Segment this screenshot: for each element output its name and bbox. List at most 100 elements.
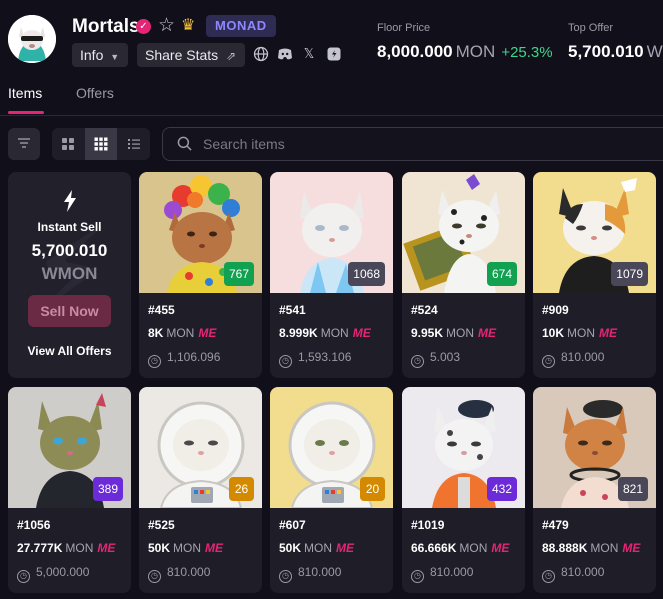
nft-card[interactable]: 674 #524 9.95K MON ME ◷ 5.003 [402, 172, 525, 378]
list-view-button[interactable] [118, 128, 150, 160]
offer-icon: ◷ [542, 355, 555, 368]
nft-name: #524 [411, 303, 438, 317]
offer-amount: 810.000 [167, 565, 211, 579]
nft-card[interactable]: 767 #455 8K MON ME ◷ 1,106.096 [139, 172, 262, 378]
offer-icon: ◷ [279, 355, 292, 368]
nft-price: 9.95K MON ME [411, 326, 496, 340]
magic-eden-icon: ME [97, 541, 116, 555]
discord-icon[interactable] [277, 46, 293, 62]
rarity-rank-badge: 1068 [348, 262, 385, 286]
price-amount: 27.777K [17, 541, 63, 555]
nft-name: #607 [279, 518, 306, 532]
collection-header: Mortals ✓ ☆ ♛ MONAD Info ▼ Share Stats ⇗… [0, 0, 663, 80]
top-offer-unit: W [646, 42, 663, 61]
price-unit: MON [590, 541, 619, 555]
nft-top-offer: ◷ 810.000 [279, 565, 341, 583]
instant-sell-card: ⚡ Instant Sell 5,700.010 WMON Sell Now V… [8, 172, 131, 378]
offer-amount: 5,000.000 [36, 565, 90, 579]
rarity-rank-badge: 26 [229, 477, 254, 501]
info-button-label: Info [80, 47, 104, 63]
price-amount: 8K [148, 326, 164, 340]
search-input[interactable] [203, 128, 663, 160]
search-bar [162, 127, 663, 161]
favorite-star-icon[interactable]: ☆ [158, 16, 175, 36]
compact-grid-icon [94, 137, 108, 151]
view-all-offers-link[interactable]: View All Offers [8, 344, 131, 358]
nft-name: #1019 [411, 518, 445, 532]
nft-card[interactable]: 432 #1019 66.666K MON ME ◷ 810.000 [402, 387, 525, 593]
collection-tabs: Items Offers [0, 80, 663, 116]
filter-icon [18, 138, 30, 148]
nft-name: #455 [148, 303, 175, 317]
offer-icon: ◷ [411, 570, 424, 583]
nft-name: #909 [542, 303, 569, 317]
nft-top-offer: ◷ 1,106.096 [148, 350, 220, 368]
nft-card[interactable]: 389 #1056 27.777K MON ME ◷ 5,000.000 [8, 387, 131, 593]
nft-card[interactable]: 20 #607 50K MON ME ◷ 810.000 [270, 387, 393, 593]
tab-offers[interactable]: Offers [76, 85, 114, 101]
filter-toggle-button[interactable] [8, 128, 40, 160]
price-amount: 88.888K [542, 541, 588, 555]
nft-price: 88.888K MON ME [542, 541, 640, 555]
magic-eden-icon: ME [336, 541, 355, 555]
offer-amount: 1,593.106 [298, 350, 352, 364]
offer-icon: ◷ [279, 570, 292, 583]
large-grid-view-button[interactable] [52, 128, 84, 160]
rarity-rank-badge: 432 [486, 477, 517, 501]
offer-amount: 810.000 [298, 565, 342, 579]
nft-card[interactable]: 821 #479 88.888K MON ME ◷ 810.000 [533, 387, 656, 593]
instant-sell-currency: WMON [41, 264, 98, 283]
nft-card[interactable]: 1068 #541 8.999K MON ME ◷ 1,593.106 [270, 172, 393, 378]
nft-price: 50K MON ME [148, 541, 223, 555]
price-unit: MON [173, 541, 202, 555]
nft-name: #1056 [17, 518, 51, 532]
rarity-rank-badge: 674 [486, 262, 517, 286]
nft-top-offer: ◷ 5,000.000 [17, 565, 89, 583]
magic-eden-icon: ME [599, 326, 618, 340]
nft-price: 8.999K MON ME [279, 326, 371, 340]
magic-eden-icon: ME [198, 326, 217, 340]
price-amount: 9.95K [411, 326, 444, 340]
magic-eden-icon: ME [205, 541, 224, 555]
website-globe-icon[interactable] [253, 46, 269, 62]
verified-icon: ✓ [136, 19, 151, 34]
view-mode-toggle [52, 128, 150, 160]
nft-name: #525 [148, 518, 175, 532]
top-offer-label: Top Offer [568, 22, 614, 34]
nft-card[interactable]: 1079 #909 10K MON ME ◷ 810.000 [533, 172, 656, 378]
sell-now-button[interactable]: Sell Now [28, 295, 111, 327]
price-unit: MON [446, 326, 475, 340]
info-button[interactable]: Info ▼ [72, 43, 128, 67]
top-offer-amount: 5,700.010 [568, 42, 644, 61]
collection-avatar [8, 15, 56, 63]
search-icon [177, 136, 192, 151]
magic-eden-icon: ME [622, 541, 641, 555]
chevron-down-icon: ▼ [110, 52, 120, 62]
magic-eden-icon: ME [478, 326, 497, 340]
price-amount: 8.999K [279, 326, 318, 340]
collection-name: Mortals [72, 16, 140, 37]
crown-icon: ♛ [181, 17, 196, 34]
floor-price-unit: MON [455, 42, 496, 61]
offer-amount: 1,106.096 [167, 350, 221, 364]
rarity-rank-badge: 767 [223, 262, 254, 286]
magic-eden-icon: ME [491, 541, 510, 555]
share-stats-button[interactable]: Share Stats ⇗ [137, 43, 245, 67]
price-amount: 50K [279, 541, 302, 555]
marketplace-link-icon[interactable] [326, 46, 342, 62]
offer-icon: ◷ [542, 570, 555, 583]
lightning-bolt-icon [8, 190, 131, 217]
offer-amount: 5.003 [430, 350, 461, 364]
price-unit: MON [320, 326, 349, 340]
nft-card[interactable]: 26 #525 50K MON ME ◷ 810.000 [139, 387, 262, 593]
list-icon [128, 139, 140, 149]
x-twitter-icon[interactable]: 𝕏 [301, 46, 317, 62]
offer-amount: 810.000 [561, 350, 605, 364]
compact-grid-view-button[interactable] [85, 128, 117, 160]
nft-top-offer: ◷ 810.000 [542, 350, 604, 368]
rarity-rank-badge: 389 [92, 477, 123, 501]
tab-items[interactable]: Items [8, 85, 42, 101]
price-amount: 10K [542, 326, 565, 340]
nft-price: 8K MON ME [148, 326, 216, 340]
nft-top-offer: ◷ 810.000 [542, 565, 604, 583]
